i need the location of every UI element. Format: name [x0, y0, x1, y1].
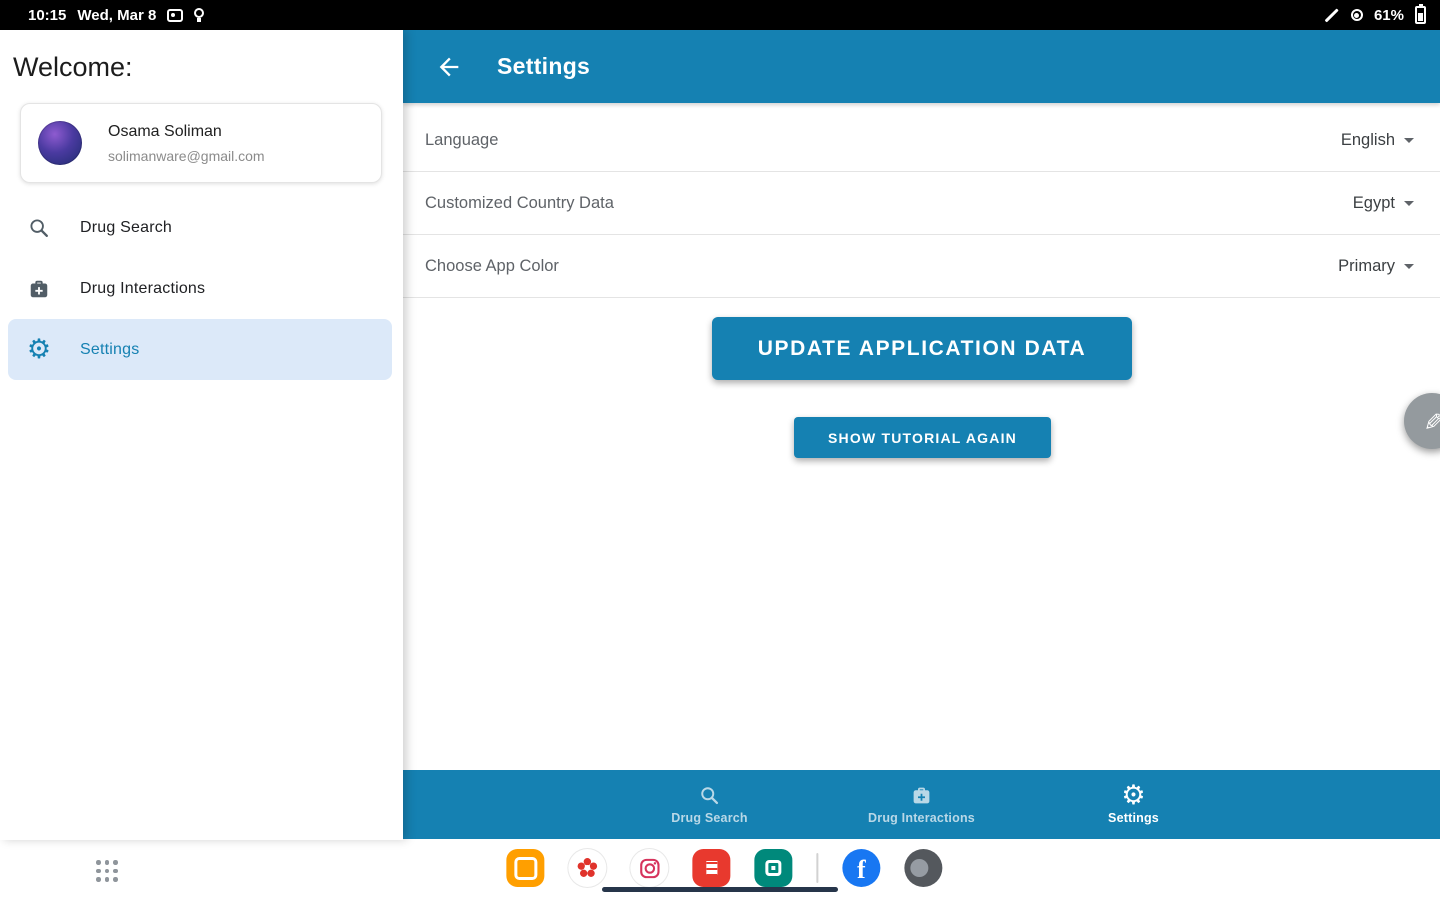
instagram-app-icon[interactable] [630, 849, 669, 887]
battery-percent: 61% [1373, 6, 1404, 24]
bottom-nav-settings[interactable]: Settings [1028, 770, 1240, 839]
gear-icon [24, 336, 54, 363]
search-icon [699, 784, 720, 806]
system-taskbar [0, 840, 1440, 900]
sidebar-item-label: Drug Interactions [80, 279, 206, 297]
setting-label: Language [425, 130, 499, 149]
status-bar-right: 61% [1323, 4, 1426, 24]
taskbar-dock [506, 849, 943, 887]
settings-list: Language English Customized Country Data… [403, 103, 1440, 298]
setting-value: Egypt [1352, 193, 1395, 212]
settings-screen: Settings Language English Customized Cou… [403, 30, 1440, 840]
status-date: Wed, Mar 8 [77, 6, 157, 24]
user-name: Osama Soliman [108, 122, 222, 140]
setting-value-dropdown[interactable]: English [1341, 131, 1414, 150]
back-button[interactable] [427, 45, 471, 89]
bulb-icon [194, 8, 205, 22]
bottom-nav-drug-interactions[interactable]: Drug Interactions [816, 770, 1028, 839]
back-arrow-icon [439, 57, 459, 76]
dock-divider [816, 853, 819, 883]
setting-row-app-color[interactable]: Choose App Color Primary [403, 235, 1440, 298]
battery-icon [1415, 4, 1426, 24]
avatar [38, 121, 82, 165]
setting-value-dropdown[interactable]: Egypt [1353, 194, 1414, 213]
setting-value-dropdown[interactable]: Primary [1338, 257, 1414, 276]
sidebar-item-label: Drug Search [80, 218, 173, 236]
voice-status-icon [1350, 9, 1363, 21]
bottom-nav-label: Settings [1108, 811, 1159, 825]
chevron-down-icon [1404, 138, 1414, 148]
medical-bag-icon [911, 784, 932, 806]
browser-app-icon[interactable] [904, 849, 943, 887]
bottom-nav: Drug Search Drug Interactions Settings [403, 770, 1440, 839]
user-info: Osama Soliman solimanware@gmail.com [108, 123, 265, 164]
chevron-down-icon [1404, 264, 1414, 274]
user-card[interactable]: Osama Soliman solimanware@gmail.com [20, 103, 382, 183]
setting-value: Primary [1338, 256, 1395, 275]
sidebar-item-drug-interactions[interactable]: Drug Interactions [0, 258, 403, 319]
sidebar-item-settings[interactable]: Settings [8, 319, 392, 380]
gear-icon [1121, 784, 1145, 806]
status-bar-left: 10:15 Wed, Mar 8 [28, 6, 205, 24]
note-sheet [703, 858, 720, 878]
drawer-menu: Drug Search Drug Interactions Settings [0, 197, 403, 380]
app-bar: Settings [403, 30, 1440, 103]
gallery-app-icon[interactable] [568, 849, 607, 887]
medical-bag-icon [24, 278, 54, 300]
update-application-data-button[interactable]: UPDATE APPLICATION DATA [712, 317, 1132, 380]
status-time: 10:15 [28, 6, 67, 24]
bottom-nav-label: Drug Interactions [868, 811, 975, 825]
setting-label: Choose App Color [425, 256, 559, 275]
page-title: Settings [497, 53, 591, 79]
pen-slash-icon [1324, 8, 1339, 22]
flower-icon [577, 858, 598, 877]
sidebar-item-label: Settings [80, 340, 140, 358]
search-icon [24, 217, 54, 239]
memo-app-icon[interactable] [754, 849, 793, 887]
user-email: solimanware@gmail.com [108, 147, 265, 164]
status-bar: 10:15 Wed, Mar 8 61% [0, 0, 1440, 30]
setting-value: English [1340, 130, 1395, 149]
setting-row-country-data[interactable]: Customized Country Data Egypt [403, 172, 1440, 235]
notes-app-icon[interactable] [692, 849, 731, 887]
sidebar-item-drug-search[interactable]: Drug Search [0, 197, 403, 258]
bottom-nav-label: Drug Search [671, 811, 748, 825]
folder-app-icon[interactable] [506, 849, 545, 887]
chevron-down-icon [1404, 201, 1414, 211]
welcome-heading: Welcome: [13, 52, 133, 82]
home-indicator[interactable] [602, 887, 838, 892]
setting-row-language[interactable]: Language English [403, 109, 1440, 172]
app-drawer-button[interactable] [96, 860, 118, 882]
setting-label: Customized Country Data [425, 193, 614, 212]
bottom-nav-drug-search[interactable]: Drug Search [604, 770, 816, 839]
screenshot-icon [167, 8, 184, 22]
show-tutorial-button[interactable]: SHOW TUTORIAL AGAIN [794, 417, 1051, 458]
instagram-glyph [639, 858, 660, 878]
nav-drawer: Welcome: Osama Soliman solimanware@gmail… [0, 30, 403, 840]
facebook-app-icon[interactable] [842, 849, 881, 887]
edit-fab[interactable] [1404, 393, 1440, 449]
